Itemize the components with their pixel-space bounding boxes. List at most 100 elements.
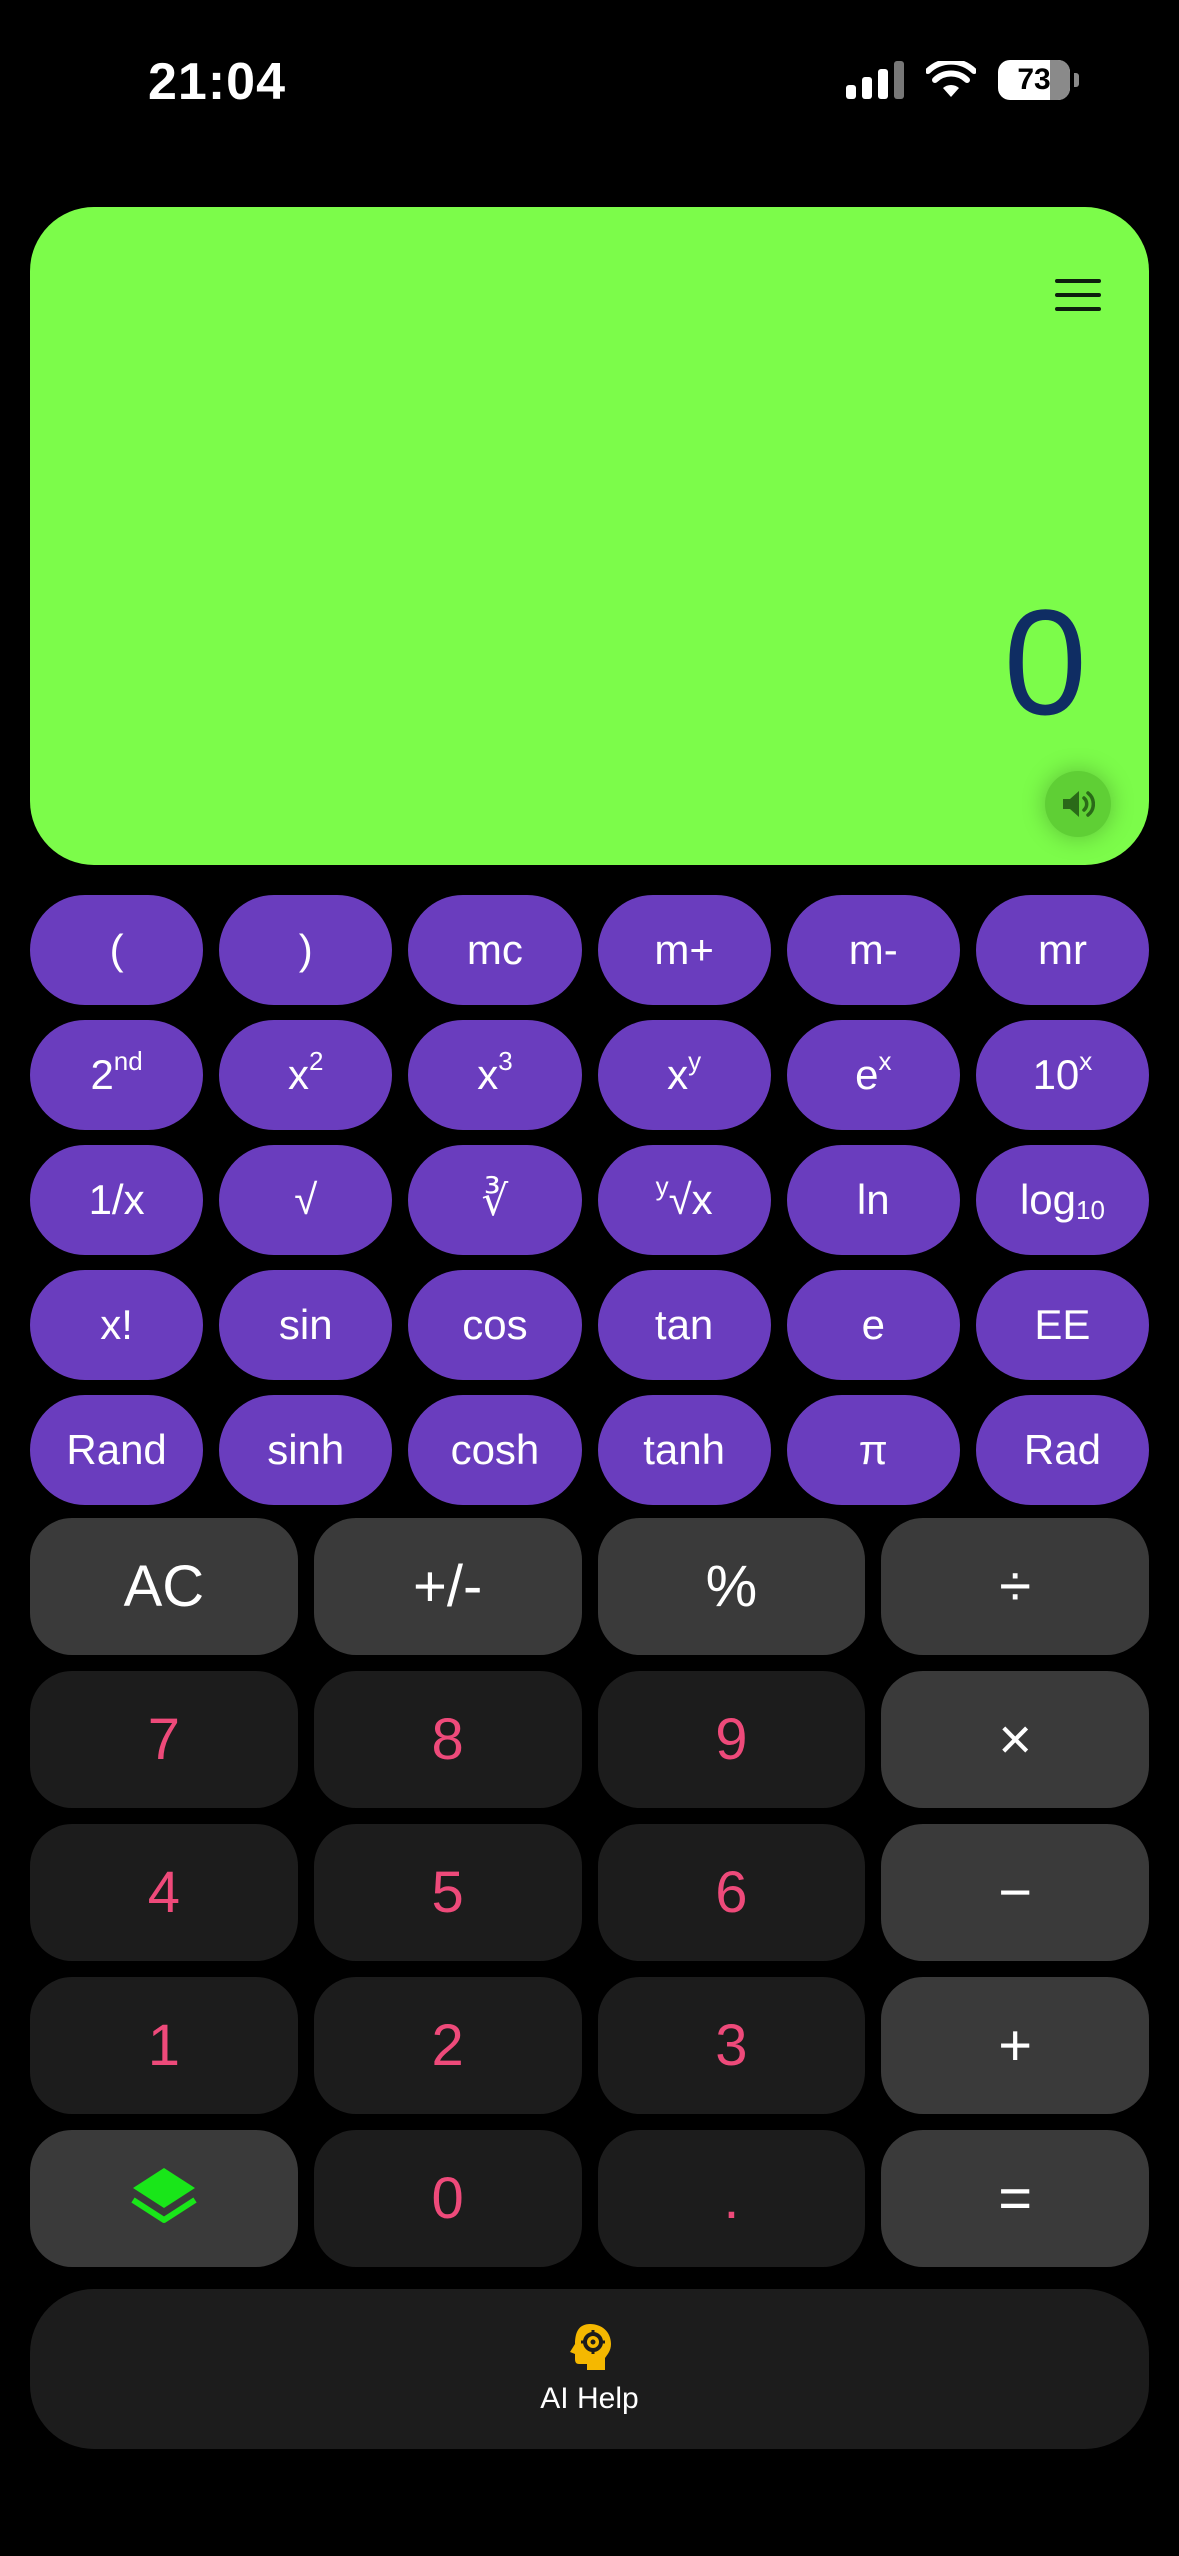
button-label: ln: [856, 1176, 890, 1223]
plus-minus-button[interactable]: +/-: [313, 1518, 582, 1655]
tan-button[interactable]: tan: [597, 1270, 771, 1380]
speaker-icon: [1063, 791, 1095, 817]
factorial-button[interactable]: x!: [30, 1270, 204, 1380]
keypad-row-1: AC +/- % ÷: [30, 1518, 1149, 1655]
digit-7-button[interactable]: 7: [30, 1671, 298, 1808]
digit-1-button[interactable]: 1: [30, 1977, 298, 2114]
display-value: 0: [1003, 578, 1087, 746]
euler-e-button[interactable]: e: [786, 1270, 960, 1380]
superscript: x: [1079, 1045, 1093, 1076]
scientific-row-5: Rand sinh cosh tanh π Rad: [30, 1395, 1150, 1505]
digit-9-button[interactable]: 9: [597, 1671, 866, 1808]
calculator-display: 0: [30, 207, 1149, 865]
digit-0-button[interactable]: 0: [313, 2130, 582, 2267]
equals-button[interactable]: =: [881, 2130, 1149, 2267]
rad-button[interactable]: Rad: [975, 1395, 1150, 1505]
battery-tip: [1074, 73, 1079, 87]
ai-help-button[interactable]: AI Help: [30, 2289, 1149, 2449]
ee-button[interactable]: EE: [975, 1270, 1150, 1380]
all-clear-button[interactable]: AC: [30, 1518, 298, 1655]
pi-button[interactable]: π: [786, 1395, 960, 1505]
close-paren-button[interactable]: ): [219, 895, 393, 1005]
button-label: tanh: [643, 1426, 725, 1473]
scientific-row-4: x! sin cos tan e EE: [30, 1270, 1150, 1380]
memory-subtract-button[interactable]: m-: [786, 895, 960, 1005]
cos-button[interactable]: cos: [408, 1270, 582, 1380]
button-label: m+: [654, 926, 714, 973]
button-label: √x: [668, 1176, 713, 1223]
digit-6-button[interactable]: 6: [597, 1824, 866, 1961]
square-root-button[interactable]: √: [219, 1145, 393, 1255]
digit-2-button[interactable]: 2: [313, 1977, 582, 2114]
scientific-keypad: () mc m+ m-mr 2nd x 2 x 3 x y e x 10 x 1/x √ ∛ y √x ln log 10 x…: [30, 895, 1150, 1520]
subtract-button[interactable]: −: [881, 1824, 1149, 1961]
square-button[interactable]: x2: [219, 1020, 393, 1130]
second-function-button[interactable]: 2nd: [30, 1020, 204, 1130]
status-bar: 21:04 73: [0, 0, 1179, 150]
decimal-button[interactable]: .: [597, 2130, 866, 2267]
power-button[interactable]: xy: [597, 1020, 771, 1130]
button-label: m-: [848, 926, 898, 973]
button-label: 2: [90, 1051, 114, 1098]
yth-root-button[interactable]: y √x: [597, 1145, 771, 1255]
digit-3-button[interactable]: 3: [597, 1977, 866, 2114]
sin-button[interactable]: sin: [219, 1270, 393, 1380]
button-label: 1/x: [88, 1176, 145, 1223]
exp-button[interactable]: ex: [786, 1020, 960, 1130]
button-label: cos: [462, 1301, 528, 1348]
scientific-row-2: 2nd x 2 x 3 x y e x 10 x: [30, 1020, 1150, 1130]
scientific-row-3: 1/x √ ∛ y √x ln log 10: [30, 1145, 1150, 1255]
ai-brain-gear-icon: [569, 2324, 611, 2370]
superscript: y: [688, 1045, 702, 1076]
speaker-button[interactable]: [1045, 771, 1111, 837]
keypad-row-3: 4 5 6 −: [30, 1824, 1149, 1961]
divide-button[interactable]: ÷: [881, 1518, 1149, 1655]
button-label: x: [288, 1051, 310, 1098]
layers-button[interactable]: [30, 2130, 298, 2267]
digit-8-button[interactable]: 8: [313, 1671, 582, 1808]
superscript: 3: [498, 1045, 513, 1076]
subscript: 10: [1076, 1194, 1105, 1225]
rand-button[interactable]: Rand: [30, 1395, 204, 1505]
scientific-row-1: () mc m+ m-mr: [30, 895, 1150, 1005]
memory-clear-button[interactable]: mc: [408, 895, 582, 1005]
button-label: Rad: [1023, 1426, 1101, 1473]
button-label: mr: [1037, 926, 1087, 973]
digit-5-button[interactable]: 5: [313, 1824, 582, 1961]
status-time: 21:04: [148, 53, 286, 111]
layers-icon: [131, 2167, 197, 2223]
percent-button[interactable]: %: [597, 1518, 866, 1655]
battery-level: 73: [1017, 63, 1051, 96]
button-label: ): [298, 926, 313, 973]
wifi-icon: [926, 61, 976, 97]
keypad-row-4: 1 2 3 +: [30, 1977, 1149, 2114]
button-label: x: [667, 1051, 689, 1098]
button-label: Rand: [66, 1426, 167, 1473]
button-label: x: [477, 1051, 499, 1098]
cube-root-button[interactable]: ∛: [408, 1145, 582, 1255]
cube-button[interactable]: x3: [408, 1020, 582, 1130]
superscript: nd: [113, 1045, 143, 1076]
open-paren-button[interactable]: (: [30, 895, 204, 1005]
button-label: (: [109, 926, 124, 973]
button-label: EE: [1034, 1301, 1091, 1348]
cellular-signal-icon: [846, 61, 904, 99]
log-base-10-button[interactable]: log 10: [975, 1145, 1150, 1255]
cosh-button[interactable]: cosh: [408, 1395, 582, 1505]
menu-icon[interactable]: [1055, 279, 1101, 311]
memory-recall-button[interactable]: mr: [975, 895, 1150, 1005]
add-button[interactable]: +: [881, 1977, 1149, 2114]
status-icons: 73: [846, 60, 1079, 100]
reciprocal-button[interactable]: 1/x: [30, 1145, 204, 1255]
button-label: e: [855, 1051, 879, 1098]
ai-help-label: AI Help: [540, 2382, 639, 2415]
ten-power-button[interactable]: 10 x: [975, 1020, 1150, 1130]
button-label: tan: [654, 1301, 714, 1348]
tanh-button[interactable]: tanh: [597, 1395, 771, 1505]
multiply-button[interactable]: ×: [881, 1671, 1149, 1808]
memory-add-button[interactable]: m+: [597, 895, 771, 1005]
main-keypad: AC +/- % ÷ 7 8 9 × 4 5 6 − 1 2 3 + 0 . =: [30, 1518, 1149, 2283]
digit-4-button[interactable]: 4: [30, 1824, 298, 1961]
sinh-button[interactable]: sinh: [219, 1395, 393, 1505]
natural-log-button[interactable]: ln: [786, 1145, 960, 1255]
